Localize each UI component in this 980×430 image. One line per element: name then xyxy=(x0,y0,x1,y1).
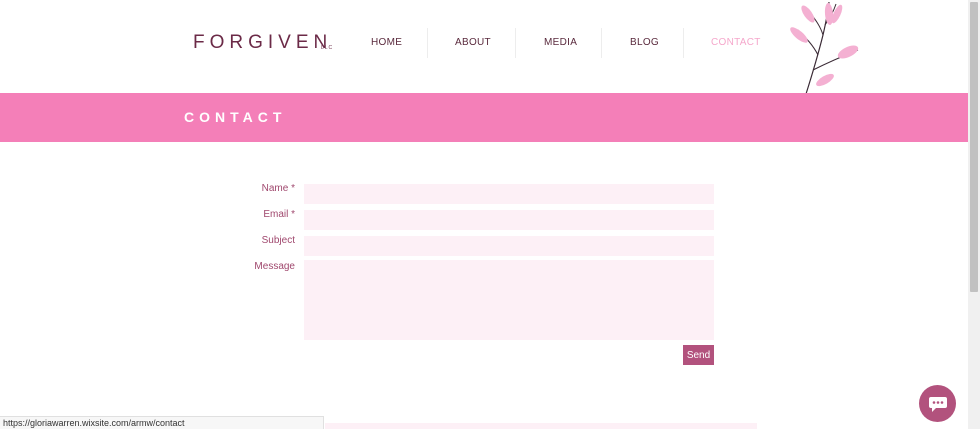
nav-divider xyxy=(427,28,428,58)
nav-divider xyxy=(601,28,602,58)
logo-suffix: LLC xyxy=(321,45,334,51)
nav-about[interactable]: ABOUT xyxy=(455,37,491,48)
nav-media[interactable]: MEDIA xyxy=(544,37,577,48)
chat-button[interactable] xyxy=(919,385,956,422)
scrollbar-thumb[interactable] xyxy=(970,2,978,292)
nav-contact[interactable]: CONTACT xyxy=(711,37,761,48)
message-field[interactable] xyxy=(304,260,714,340)
page-banner: CONTACT xyxy=(0,93,968,142)
nav-home[interactable]: HOME xyxy=(371,37,402,48)
subject-label: Subject xyxy=(261,235,295,246)
chat-bubble-icon xyxy=(928,396,947,412)
page-title: CONTACT xyxy=(184,109,287,125)
message-label: Message xyxy=(254,261,295,272)
send-button[interactable]: Send xyxy=(683,345,714,365)
status-bar-url: https://gloriawarren.wixsite.com/armw/co… xyxy=(0,416,324,429)
footer-strip xyxy=(325,423,757,429)
email-field[interactable] xyxy=(304,210,714,230)
nav-blog[interactable]: BLOG xyxy=(630,37,659,48)
nav-divider xyxy=(515,28,516,58)
nav-divider xyxy=(683,28,684,58)
subject-field[interactable] xyxy=(304,236,714,256)
page-scrollbar[interactable] xyxy=(968,0,980,429)
site-logo[interactable]: FORGIVEN xyxy=(193,32,332,54)
email-label: Email * xyxy=(263,209,295,220)
name-field[interactable] xyxy=(304,184,714,204)
name-label: Name * xyxy=(261,183,295,194)
leaf-branch-icon xyxy=(790,1,859,95)
site-header: FORGIVEN LLC HOME ABOUT MEDIA BLOG CONTA… xyxy=(0,0,968,95)
